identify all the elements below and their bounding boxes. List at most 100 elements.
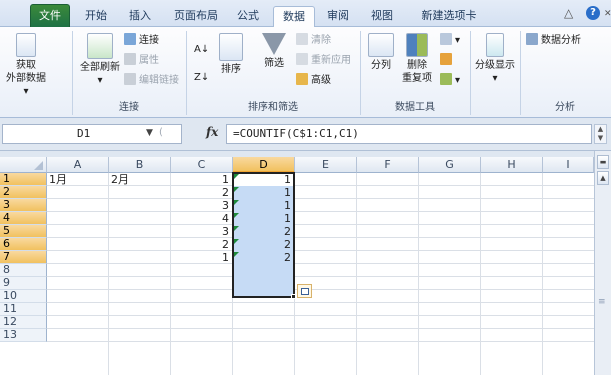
- text-to-columns-icon: [368, 33, 394, 57]
- text-to-columns-button[interactable]: 分列: [366, 33, 396, 72]
- tab-page-layout[interactable]: 页面布局: [168, 6, 224, 27]
- group-separator: [72, 31, 73, 115]
- tab-formulas[interactable]: 公式: [228, 6, 268, 27]
- column-header-g[interactable]: G: [419, 157, 481, 173]
- column-header-h[interactable]: H: [481, 157, 543, 173]
- cell-c3[interactable]: 3: [173, 199, 232, 212]
- sort-label: 排序: [221, 64, 241, 75]
- tab-new-tab[interactable]: 新建选项卡: [410, 6, 488, 27]
- gridline-vertical: [480, 173, 481, 375]
- row-header-13[interactable]: 13: [0, 329, 47, 342]
- cell-c1[interactable]: 1: [173, 173, 232, 186]
- tab-insert[interactable]: 插入: [120, 6, 160, 27]
- vertical-scrollbar[interactable]: ▬ ▲ ≡: [594, 151, 611, 375]
- outline-button[interactable]: 分级显示 ▾: [472, 33, 518, 85]
- get-external-data-button[interactable]: 获取 外部数据 ▾: [4, 33, 48, 98]
- dropdown-arrow-icon: ▾: [455, 35, 461, 46]
- consolidate-button[interactable]: [440, 53, 455, 69]
- sort-descending-button[interactable]: Z↓: [194, 71, 209, 87]
- formula-bar-scroll[interactable]: ▲ ▼: [594, 124, 607, 144]
- gridline-horizontal: [47, 237, 594, 238]
- cell-c4[interactable]: 4: [173, 212, 232, 225]
- gridline-horizontal: [47, 276, 594, 277]
- sort-ascending-button[interactable]: A↓: [194, 43, 209, 59]
- tab-review[interactable]: 审阅: [318, 6, 358, 27]
- what-if-button[interactable]: ▾: [440, 73, 460, 89]
- refresh-all-button[interactable]: 全部刷新 ▾: [78, 33, 122, 87]
- close-icon[interactable]: ✕: [604, 7, 611, 21]
- gridline-horizontal: [47, 224, 594, 225]
- gridline-horizontal: [47, 315, 594, 316]
- scroll-up-button[interactable]: ▲: [597, 171, 609, 185]
- column-header-d[interactable]: D: [233, 157, 295, 173]
- dropdown-arrow-icon: ▾: [97, 75, 103, 86]
- scroll-grip-icon: ≡: [598, 297, 606, 307]
- refresh-all-label: 全部刷新: [80, 62, 120, 73]
- reapply-button[interactable]: 重新应用: [296, 53, 351, 69]
- name-box[interactable]: D1: [2, 124, 182, 144]
- fill-handle[interactable]: [291, 294, 296, 299]
- group-separator: [470, 31, 471, 115]
- group-label-connections: 连接: [119, 102, 139, 113]
- data-analysis-icon: [526, 33, 538, 45]
- properties-button[interactable]: 属性: [124, 53, 159, 69]
- edit-links-button[interactable]: 编辑链接: [124, 73, 179, 89]
- group-label-sort-filter: 排序和筛选: [248, 102, 298, 113]
- insert-function-icon[interactable]: fx: [206, 125, 218, 139]
- autofill-options-button[interactable]: [297, 284, 312, 298]
- remove-duplicates-button[interactable]: 删除 重复项: [400, 33, 434, 85]
- cell-c5[interactable]: 3: [173, 225, 232, 238]
- cell-c7[interactable]: 1: [173, 251, 232, 264]
- tab-data[interactable]: 数据: [273, 6, 315, 28]
- sort-descending-icon: Z↓: [194, 72, 210, 83]
- filter-label: 筛选: [264, 58, 284, 69]
- tab-view[interactable]: 视图: [362, 6, 402, 27]
- group-label-data-tools: 数据工具: [395, 102, 435, 113]
- properties-label: 属性: [139, 55, 159, 66]
- select-all-button[interactable]: [0, 157, 47, 173]
- gridline-horizontal: [47, 198, 594, 199]
- tab-file[interactable]: 文件: [30, 4, 70, 27]
- cell-a1[interactable]: 1月: [49, 173, 108, 186]
- advanced-filter-button[interactable]: 高级: [296, 73, 331, 89]
- cell-c2[interactable]: 2: [173, 186, 232, 199]
- dropdown-arrow-icon: ▾: [492, 73, 498, 84]
- column-header-b[interactable]: B: [109, 157, 171, 173]
- group-separator: [520, 31, 521, 115]
- help-icon[interactable]: ?: [586, 6, 600, 20]
- gridline-horizontal: [47, 211, 594, 212]
- tab-home[interactable]: 开始: [76, 6, 116, 27]
- connection-icon: [124, 33, 136, 45]
- minimize-ribbon-icon[interactable]: △: [564, 6, 573, 20]
- cell-b1[interactable]: 2月: [111, 173, 170, 186]
- gridline-horizontal: [47, 328, 594, 329]
- column-header-f[interactable]: F: [357, 157, 419, 173]
- data-analysis-button[interactable]: 数据分析: [526, 33, 581, 49]
- gridline-horizontal: [47, 250, 594, 251]
- remove-duplicates-label: 删除: [407, 60, 427, 71]
- column-header-c[interactable]: C: [171, 157, 233, 173]
- select-all-icon: [34, 161, 43, 170]
- ribbon-data: 获取 外部数据 ▾ 全部刷新 ▾ 连接 属性 编辑链接 连接 A↓ Z↓ 排序 …: [0, 27, 611, 118]
- scroll-split-box[interactable]: ▬: [597, 155, 609, 169]
- column-header-a[interactable]: A: [47, 157, 109, 173]
- sort-button[interactable]: 排序: [216, 33, 246, 76]
- gridline-horizontal: [47, 341, 594, 342]
- ribbon-tab-bar: 文件 开始 插入 页面布局 公式 数据 审阅 视图 新建选项卡 △ ? ✕: [0, 0, 611, 28]
- filter-button[interactable]: 筛选: [256, 33, 292, 70]
- worksheet-grid[interactable]: ABCDEFGHI 1 2 3 4 5 6 7 8 9 10 11 12 13 1月 2月 1 2 3 4 3 2 1 1…: [0, 157, 594, 375]
- remove-duplicates-label-2: 重复项: [402, 73, 432, 84]
- gridline-horizontal: [47, 289, 594, 290]
- column-header-e[interactable]: E: [295, 157, 357, 173]
- connections-button[interactable]: 连接: [124, 33, 159, 49]
- cell-c6[interactable]: 2: [173, 238, 232, 251]
- data-validation-button[interactable]: ▾: [440, 33, 460, 49]
- outline-label: 分级显示: [475, 60, 515, 71]
- clear-filter-button[interactable]: 清除: [296, 33, 331, 49]
- refresh-icon: [87, 33, 113, 59]
- filter-funnel-icon: [262, 33, 286, 55]
- chevron-down-icon[interactable]: ▼: [146, 128, 153, 138]
- column-header-i[interactable]: I: [543, 157, 594, 173]
- formula-input[interactable]: =COUNTIF(C$1:C1,C1): [226, 124, 592, 144]
- data-analysis-label: 数据分析: [541, 35, 581, 46]
